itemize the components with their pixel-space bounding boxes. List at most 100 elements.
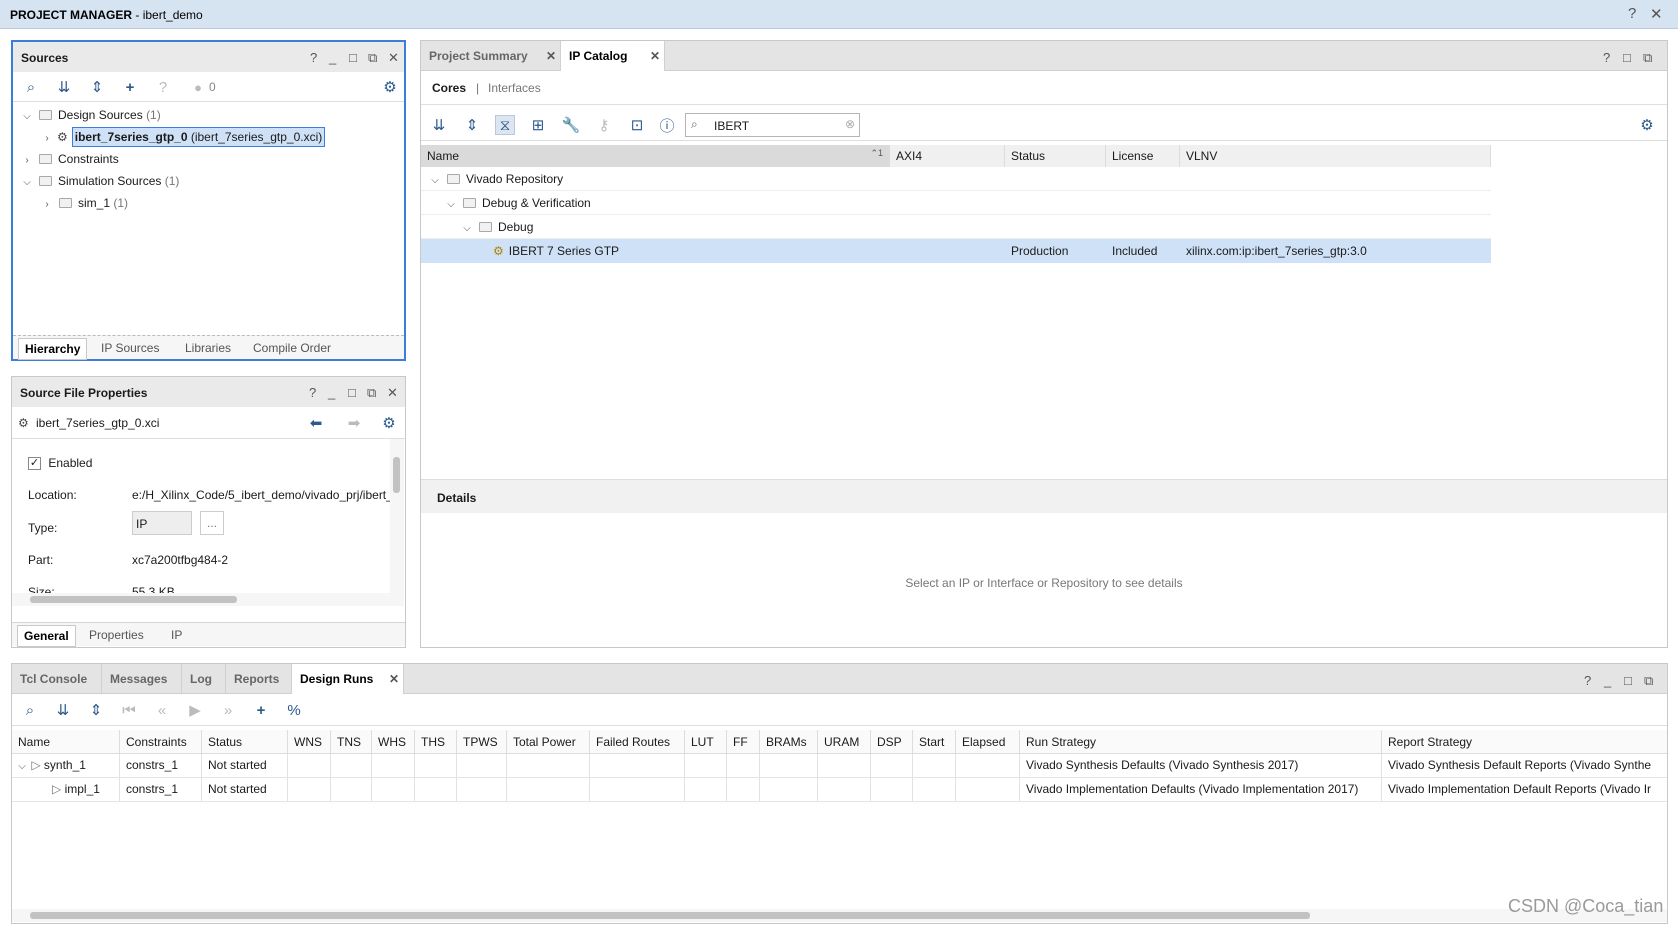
tab-general[interactable]: General (17, 625, 76, 647)
subtab-interfaces[interactable]: Interfaces (488, 81, 541, 95)
scroll-thumb[interactable] (393, 457, 400, 493)
tree-item-sim-1[interactable]: › sim_1 (1) (13, 192, 404, 214)
collapse-all-icon[interactable]: ⇊ (53, 700, 73, 720)
col-whs[interactable]: WHS (372, 730, 415, 754)
tab-log[interactable]: Log (182, 664, 226, 694)
sort-up-icon[interactable]: ⌃1 (870, 145, 883, 164)
col-start[interactable]: Start (913, 730, 956, 754)
table-row[interactable]: ⌵ Vivado Repository (421, 167, 1491, 191)
collapse-all-icon[interactable]: ⇊ (54, 77, 74, 97)
col-elapsed[interactable]: Elapsed (956, 730, 1020, 754)
maximize-icon[interactable]: □ (349, 50, 357, 65)
search-input[interactable]: ⌕ IBERT ⊗ (685, 113, 860, 137)
close-icon[interactable]: ✕ (546, 41, 556, 71)
rewind-icon[interactable]: « (152, 700, 172, 720)
back-arrow-icon[interactable]: ⬅ (306, 413, 326, 433)
col-status[interactable]: Status (1005, 145, 1106, 167)
table-row[interactable]: ▷ impl_1 constrs_1 Not started Vivado Im… (12, 778, 1667, 802)
expand-all-icon[interactable]: ⇕ (86, 700, 106, 720)
search-icon[interactable]: ⌕ (21, 77, 41, 97)
chevron-down-icon[interactable]: ⌵ (16, 755, 28, 777)
minimize-icon[interactable]: _ (1604, 673, 1611, 688)
gear-icon[interactable]: ⚙ (1637, 115, 1657, 135)
chip-icon[interactable]: ⊡ (627, 115, 647, 135)
chevron-right-icon[interactable]: › (21, 150, 33, 172)
table-row[interactable]: ⌵ Debug (421, 215, 1491, 239)
tab-properties[interactable]: Properties (89, 628, 144, 642)
col-brams[interactable]: BRAMs (760, 730, 818, 754)
tree-item-design-sources[interactable]: ⌵ Design Sources (1) (13, 104, 404, 126)
col-license[interactable]: License (1106, 145, 1180, 167)
properties-icon[interactable]: ? (153, 77, 173, 97)
tab-messages[interactable]: Messages (102, 664, 182, 694)
tree-item-ibert-core[interactable]: › ⚙ ibert_7series_gtp_0 (ibert_7series_gtp… (13, 126, 404, 148)
subtab-cores[interactable]: Cores (432, 81, 466, 95)
type-browse-button[interactable]: ... (200, 511, 224, 535)
maximize-icon[interactable]: □ (348, 385, 356, 400)
hierarchy-icon[interactable]: ⊞ (528, 115, 548, 135)
col-uram[interactable]: URAM (818, 730, 871, 754)
col-failed-routes[interactable]: Failed Routes (590, 730, 685, 754)
col-report-strategy[interactable]: Report Strategy (1382, 730, 1667, 754)
first-icon[interactable]: ⏮ (119, 700, 139, 720)
close-icon[interactable]: ✕ (387, 385, 398, 401)
enabled-checkbox[interactable]: ✓ (28, 457, 41, 471)
chevron-right-icon[interactable]: › (41, 128, 53, 150)
percent-icon[interactable]: % (284, 700, 304, 720)
tab-reports[interactable]: Reports (226, 664, 292, 694)
tab-design-runs[interactable]: Design Runs ✕ (292, 664, 404, 694)
help-icon[interactable]: ? (1584, 673, 1591, 688)
col-lut[interactable]: LUT (685, 730, 727, 754)
tree-item-constraints[interactable]: › Constraints (13, 148, 404, 170)
tab-hierarchy[interactable]: Hierarchy (18, 338, 88, 360)
col-name[interactable]: Name (12, 730, 120, 754)
search-icon[interactable]: ⌕ (20, 700, 40, 720)
chevron-down-icon[interactable]: ⌵ (429, 169, 441, 193)
col-name[interactable]: Name ⌃1 (421, 145, 890, 167)
add-run-icon[interactable]: + (251, 700, 271, 720)
col-constraints[interactable]: Constraints (120, 730, 202, 754)
minimize-icon[interactable]: _ (328, 385, 335, 400)
table-row[interactable]: ⌵ Debug & Verification (421, 191, 1491, 215)
col-dsp[interactable]: DSP (871, 730, 913, 754)
key-icon[interactable]: ⚷ (594, 115, 614, 135)
expand-all-icon[interactable]: ⇕ (462, 115, 482, 135)
tab-ip-catalog[interactable]: IP Catalog ✕ (561, 41, 665, 71)
vertical-scrollbar[interactable] (390, 439, 404, 593)
forward-arrow-icon[interactable]: ➡ (344, 413, 364, 433)
col-ths[interactable]: THS (415, 730, 457, 754)
maximize-icon[interactable]: □ (1624, 673, 1632, 688)
collapse-all-icon[interactable]: ⇊ (429, 115, 449, 135)
col-wns[interactable]: WNS (288, 730, 331, 754)
chevron-right-icon[interactable]: › (41, 194, 53, 216)
col-ff[interactable]: FF (727, 730, 760, 754)
filter-icon[interactable]: ⧖ (495, 115, 515, 135)
col-total-power[interactable]: Total Power (507, 730, 590, 754)
col-tpws[interactable]: TPWS (457, 730, 507, 754)
tab-ip[interactable]: IP (171, 628, 182, 642)
col-tns[interactable]: TNS (331, 730, 372, 754)
col-run-strategy[interactable]: Run Strategy (1020, 730, 1382, 754)
help-icon[interactable]: ? (1628, 5, 1636, 22)
info-icon[interactable]: ⓘ (657, 115, 677, 135)
tab-project-summary[interactable]: Project Summary ✕ (421, 41, 561, 71)
tab-ip-sources[interactable]: IP Sources (101, 341, 159, 355)
wrench-icon[interactable]: 🔧 (561, 115, 581, 135)
gear-icon[interactable]: ⚙ (379, 413, 399, 433)
chevron-down-icon[interactable]: ⌵ (21, 106, 33, 128)
selected-source[interactable]: ibert_7series_gtp_0 (ibert_7series_gtp_0… (71, 127, 326, 147)
help-icon[interactable]: ? (1603, 50, 1610, 65)
horizontal-scrollbar[interactable] (12, 593, 404, 606)
float-icon[interactable]: ⧉ (367, 385, 376, 401)
tab-compile-order[interactable]: Compile Order (253, 341, 331, 355)
play-icon[interactable]: ▶ (185, 700, 205, 720)
float-icon[interactable]: ⧉ (368, 50, 377, 66)
minimize-icon[interactable]: _ (329, 50, 336, 65)
close-icon[interactable]: ✕ (650, 41, 660, 71)
gear-icon[interactable]: ⚙ (380, 77, 400, 97)
close-icon[interactable]: ✕ (389, 664, 399, 694)
scroll-thumb[interactable] (30, 912, 1310, 919)
tree-item-simulation-sources[interactable]: ⌵ Simulation Sources (1) (13, 170, 404, 192)
col-status[interactable]: Status (202, 730, 288, 754)
maximize-icon[interactable]: □ (1623, 50, 1631, 65)
